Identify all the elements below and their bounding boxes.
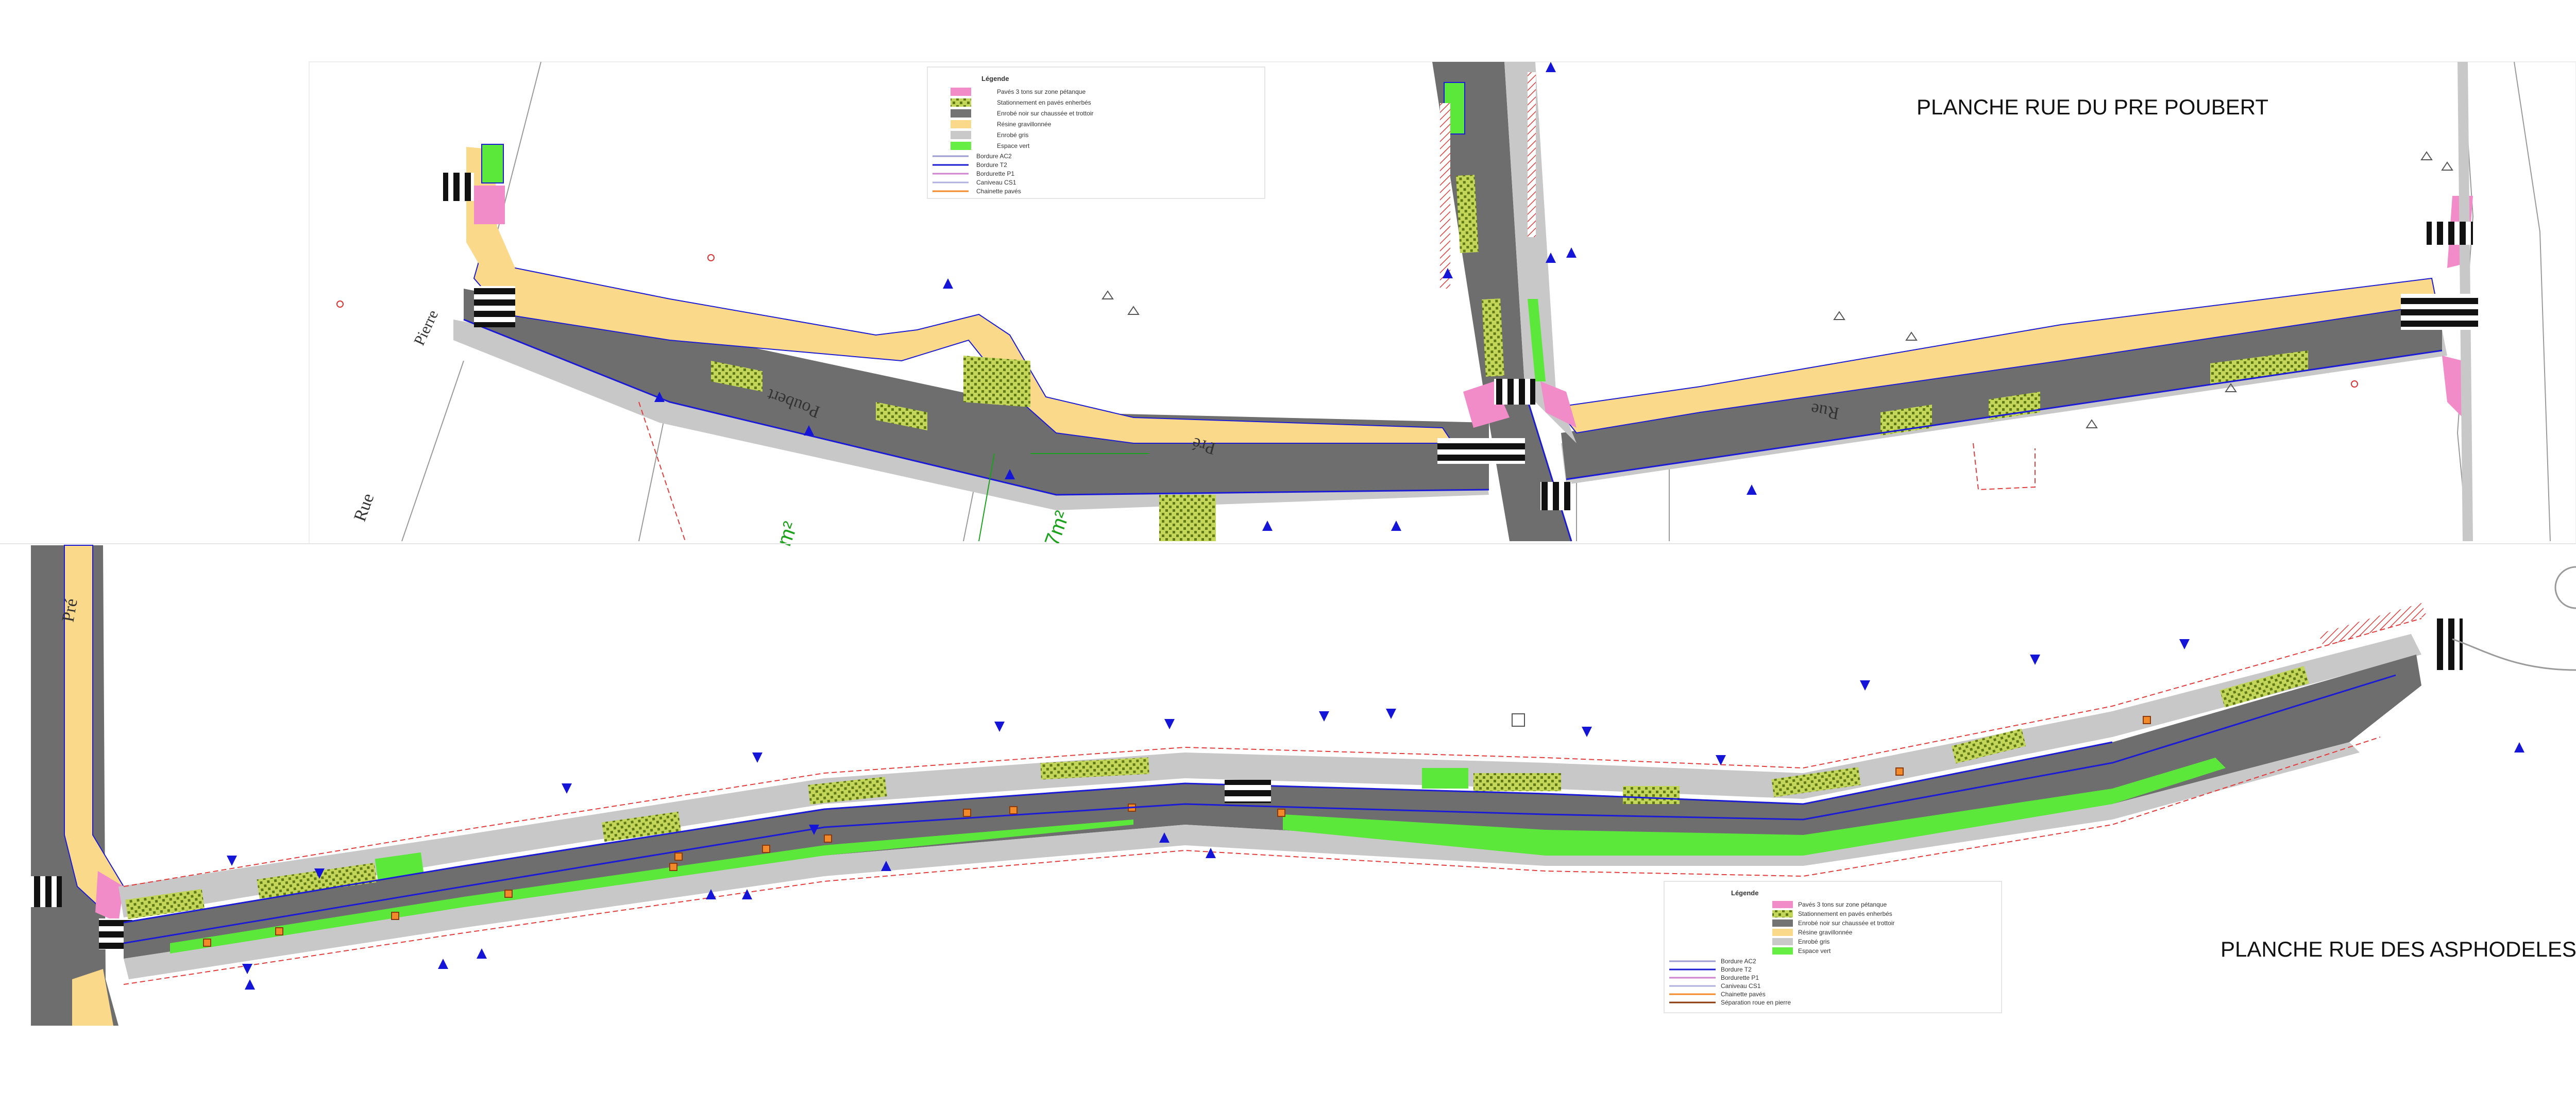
- legend-swatch-resin: [951, 120, 971, 128]
- bottom-sheet: Pré PLANCHE RUE DES ASPHODELES Légende P…: [31, 545, 2576, 1026]
- legend-top-label-4: Enrobé gris: [997, 131, 1028, 139]
- legend-top-line-0: Bordure AC2: [976, 153, 1012, 160]
- legend-bottom-label-3: Résine gravillonnée: [1798, 929, 1853, 936]
- crosswalk-east-2: [2401, 294, 2478, 330]
- crosswalk-east-1: [2427, 222, 2473, 245]
- legend-bottom-line-1: Bordure T2: [1721, 966, 1752, 973]
- legend-swatch-pink: [951, 88, 971, 96]
- legend-top-title: Légende: [981, 75, 1009, 82]
- resin-bottom-left-corner: [72, 969, 113, 1026]
- crosswalk-bottom-mid: [1225, 780, 1271, 803]
- paver-island-top-3: [963, 356, 1030, 407]
- legend-top-label-1: Stationnement en pavés enherbés: [997, 99, 1091, 106]
- legend-top-line-2: Bordurette P1: [976, 170, 1014, 177]
- green-left-corner: [481, 144, 504, 183]
- crosswalk-mid-1: [1437, 438, 1525, 464]
- legend-bottom-swatch-resin: [1772, 929, 1793, 936]
- legend-bottom-title: Légende: [1731, 889, 1758, 897]
- crosswalk-top-left-1: [443, 173, 474, 201]
- legend-swatch-grey: [951, 131, 971, 139]
- crosswalk-bottom-east: [2432, 618, 2463, 670]
- legend-swatch-green: [951, 142, 971, 150]
- legend-bottom-line-2: Bordurette P1: [1721, 974, 1759, 981]
- legend-top: Légende Pavés 3 tons sur zone pétanque S…: [927, 66, 1265, 199]
- legend-bottom-swatch-black: [1772, 919, 1793, 927]
- legend-bottom-label-0: Pavés 3 tons sur zone pétanque: [1798, 901, 1887, 908]
- legend-bottom-swatch-grey: [1772, 938, 1793, 945]
- legend-bottom-label-2: Enrobé noir sur chaussée et trottoir: [1798, 919, 1894, 927]
- legend-bottom-swatch-paver: [1772, 910, 1793, 917]
- crosswalk-mid-3: [1540, 482, 1571, 510]
- hatch-top-2: [1528, 72, 1536, 237]
- paver-bay-b7: [1623, 786, 1680, 804]
- legend-top-line-1: Bordure T2: [976, 161, 1007, 169]
- legend-bottom-swatch-pink: [1772, 901, 1793, 908]
- hatch-top-1: [1440, 103, 1450, 289]
- legend-top-line-3: Caniveau CS1: [976, 179, 1016, 186]
- paver-lawn-bottom: [1159, 495, 1216, 541]
- crosswalk-bottom-left-1: [31, 876, 62, 907]
- street-label-pre-left: Pré: [59, 597, 81, 624]
- legend-bottom: Légende Pavés 3 tons sur zone pétanque S…: [1664, 881, 2002, 1013]
- legend-bottom-line-4: Chainette pavés: [1721, 991, 1766, 998]
- crosswalk-top-left-2: [474, 286, 515, 327]
- survey-square: [1512, 713, 1525, 727]
- legend-bottom-line-3: Caniveau CS1: [1721, 982, 1761, 990]
- legend-top-line-4: Chainette pavés: [976, 188, 1021, 195]
- legend-swatch-black: [951, 109, 971, 118]
- pink-pavers-left-corner: [474, 186, 505, 224]
- green-patch-2: [1422, 768, 1468, 789]
- east-road-bottom: [2452, 638, 2576, 671]
- legend-top-label-5: Espace vert: [997, 142, 1030, 149]
- legend-top-label-3: Résine gravillonnée: [997, 121, 1052, 128]
- crosswalk-mid-2: [1494, 379, 1535, 405]
- roundabout-edge: [2554, 566, 2576, 609]
- legend-top-label-2: Enrobé noir sur chaussée et trottoir: [997, 110, 1093, 117]
- legend-swatch-paver: [951, 98, 971, 107]
- legend-bottom-swatch-green: [1772, 947, 1793, 955]
- legend-bottom-label-1: Stationnement en pavés enherbés: [1798, 910, 1892, 917]
- paver-bay-b6: [1473, 773, 1561, 791]
- sheet-title-bottom: PLANCHE RUE DES ASPHODELES: [2221, 937, 2576, 961]
- legend-bottom-line-5: Séparation roue en pierre: [1721, 999, 1791, 1006]
- legend-bottom-label-5: Espace vert: [1798, 947, 1831, 955]
- sheet-title-top: PLANCHE RUE DU PRE POUBERT: [1917, 95, 2268, 119]
- legend-top-label-0: Pavés 3 tons sur zone pétanque: [997, 88, 1086, 95]
- legend-bottom-line-0: Bordure AC2: [1721, 958, 1756, 965]
- top-sheet: Poubert Pré Rue Rue Pierre m² 7m² PLANCH…: [309, 61, 2576, 549]
- site-plan-drawing: Poubert Pré Rue Rue Pierre m² 7m² PLANCH…: [0, 61, 2576, 1026]
- legend-bottom-label-4: Enrobé gris: [1798, 938, 1829, 945]
